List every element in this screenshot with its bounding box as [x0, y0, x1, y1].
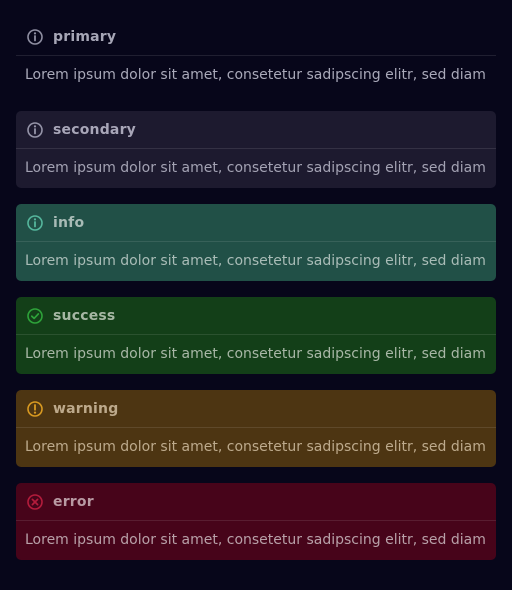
alert-primary: primary Lorem ipsum dolor sit amet, cons…: [16, 18, 496, 95]
alert-message: Lorem ipsum dolor sit amet, consetetur s…: [25, 439, 486, 455]
alert-info: info Lorem ipsum dolor sit amet, consete…: [16, 204, 496, 281]
alert-header: primary: [16, 18, 496, 56]
alert-circle-icon: [26, 400, 44, 418]
alert-header: error: [16, 483, 496, 521]
alert-error: error Lorem ipsum dolor sit amet, conset…: [16, 483, 496, 560]
info-icon: [26, 121, 44, 139]
info-icon: [26, 28, 44, 46]
alert-title: primary: [53, 28, 117, 45]
x-circle-icon: [26, 493, 44, 511]
alert-message: Lorem ipsum dolor sit amet, consetetur s…: [25, 253, 486, 269]
alert-header: info: [16, 204, 496, 242]
alert-title: warning: [53, 400, 119, 417]
alert-header: warning: [16, 390, 496, 428]
alert-message: Lorem ipsum dolor sit amet, consetetur s…: [25, 532, 486, 548]
alert-success: success Lorem ipsum dolor sit amet, cons…: [16, 297, 496, 374]
alert-message: Lorem ipsum dolor sit amet, consetetur s…: [25, 346, 486, 362]
check-circle-icon: [26, 307, 44, 325]
alert-title: success: [53, 307, 116, 324]
info-icon: [26, 214, 44, 232]
alert-stack: primary Lorem ipsum dolor sit amet, cons…: [16, 18, 496, 576]
alert-message: Lorem ipsum dolor sit amet, consetetur s…: [25, 67, 486, 83]
alert-warning: warning Lorem ipsum dolor sit amet, cons…: [16, 390, 496, 467]
alert-title: info: [53, 214, 85, 231]
alert-title: secondary: [53, 121, 137, 138]
alert-header: success: [16, 297, 496, 335]
alert-secondary: secondary Lorem ipsum dolor sit amet, co…: [16, 111, 496, 188]
alert-message: Lorem ipsum dolor sit amet, consetetur s…: [25, 160, 486, 176]
alert-title: error: [53, 493, 94, 510]
alert-header: secondary: [16, 111, 496, 149]
